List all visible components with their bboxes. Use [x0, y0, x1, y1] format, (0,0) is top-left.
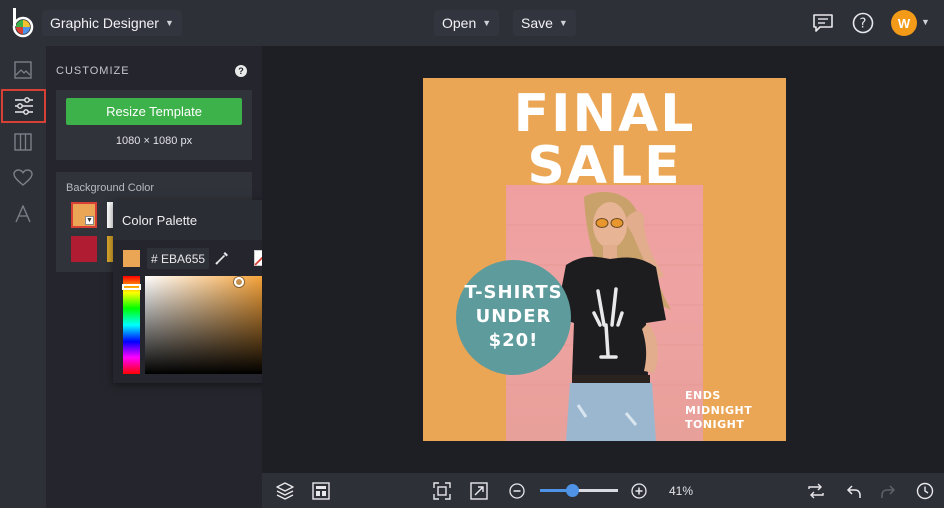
swap-icon[interactable] — [806, 481, 826, 501]
design-canvas[interactable]: FINAL SALE T-SHIRTS UNDER $20! ENDS MIDN… — [423, 78, 786, 441]
columns-icon — [14, 133, 32, 151]
redo-icon[interactable] — [879, 481, 899, 501]
save-label: Save — [521, 15, 553, 31]
app-logo[interactable] — [11, 8, 35, 38]
image-icon — [14, 61, 32, 79]
eyedropper-icon[interactable] — [213, 249, 231, 267]
help-icon[interactable]: ? — [851, 11, 875, 35]
chevron-down-icon: ▼ — [85, 216, 94, 225]
hue-slider-handle[interactable] — [122, 283, 141, 290]
design-title-line2[interactable]: SALE — [423, 136, 786, 196]
svg-text:?: ? — [860, 17, 867, 32]
badge-line2: UNDER — [475, 306, 552, 327]
badge-line3: $20! — [488, 330, 539, 351]
zoom-slider-handle[interactable] — [565, 484, 579, 497]
rail-item-images[interactable] — [0, 53, 46, 87]
expand-icon[interactable] — [469, 481, 489, 501]
background-swatch-selected[interactable]: ▼ — [71, 202, 97, 228]
text-icon — [15, 205, 31, 223]
open-label: Open — [442, 15, 477, 31]
current-color-preview — [123, 250, 140, 267]
zoom-slider[interactable] — [540, 484, 618, 497]
app-switcher-dropdown[interactable]: Graphic Designer ▼ — [42, 10, 182, 36]
rail-item-text[interactable] — [0, 197, 46, 231]
chevron-down-icon: ▼ — [164, 18, 174, 28]
hue-slider[interactable] — [122, 276, 141, 374]
user-avatar[interactable]: W — [891, 10, 917, 36]
template-dimensions: 1080 × 1080 px — [115, 135, 193, 147]
color-palette-title: Color Palette — [122, 213, 198, 228]
design-price-badge[interactable]: T-SHIRTS UNDER $20! — [456, 260, 571, 375]
panel-heading: CUSTOMIZE — [56, 65, 130, 77]
template-size-card: Resize Template 1080 × 1080 px — [56, 90, 252, 160]
chevron-down-icon[interactable]: ▼ — [921, 17, 930, 27]
sliders-icon — [14, 97, 33, 115]
heart-icon — [13, 169, 33, 186]
rail-item-layout[interactable] — [0, 125, 46, 159]
help-icon[interactable]: ? — [235, 65, 247, 77]
left-tool-rail — [0, 46, 46, 508]
top-bar: Graphic Designer ▼ Open ▼ Save ▼ ? W ▼ — [0, 0, 944, 46]
ends-line1: ENDS — [685, 389, 721, 402]
save-button[interactable]: Save ▼ — [513, 10, 576, 36]
zoom-percentage: 41% — [669, 484, 694, 498]
background-swatch[interactable] — [71, 236, 97, 262]
hex-color-input[interactable]: # EBA655 — [147, 248, 209, 269]
zoom-in-icon[interactable] — [629, 481, 649, 501]
layers-icon[interactable] — [275, 481, 295, 501]
bottom-toolbar: 41% — [262, 473, 944, 508]
history-icon[interactable] — [915, 481, 935, 501]
zoom-out-icon[interactable] — [507, 481, 527, 501]
open-button[interactable]: Open ▼ — [434, 10, 500, 36]
resize-template-button[interactable]: Resize Template — [66, 98, 242, 125]
background-color-label: Background Color — [66, 182, 155, 194]
comment-icon[interactable] — [811, 11, 835, 35]
design-title-line1[interactable]: FINAL — [423, 84, 786, 144]
badge-line1: T-SHIRTS — [464, 282, 563, 303]
chevron-down-icon: ▼ — [558, 18, 568, 28]
rail-item-graphics[interactable] — [0, 161, 46, 195]
fit-to-screen-icon[interactable] — [432, 481, 452, 501]
undo-icon[interactable] — [843, 481, 863, 501]
color-picker-handle[interactable] — [234, 277, 244, 287]
template-layout-icon[interactable] — [311, 481, 331, 501]
ends-line3: TONIGHT — [685, 418, 745, 431]
design-ends-text[interactable]: ENDS MIDNIGHT TONIGHT — [685, 389, 752, 433]
rail-item-customize[interactable] — [1, 89, 46, 123]
chevron-down-icon: ▼ — [482, 18, 492, 28]
ends-line2: MIDNIGHT — [685, 403, 753, 417]
app-name-label: Graphic Designer — [50, 15, 159, 31]
